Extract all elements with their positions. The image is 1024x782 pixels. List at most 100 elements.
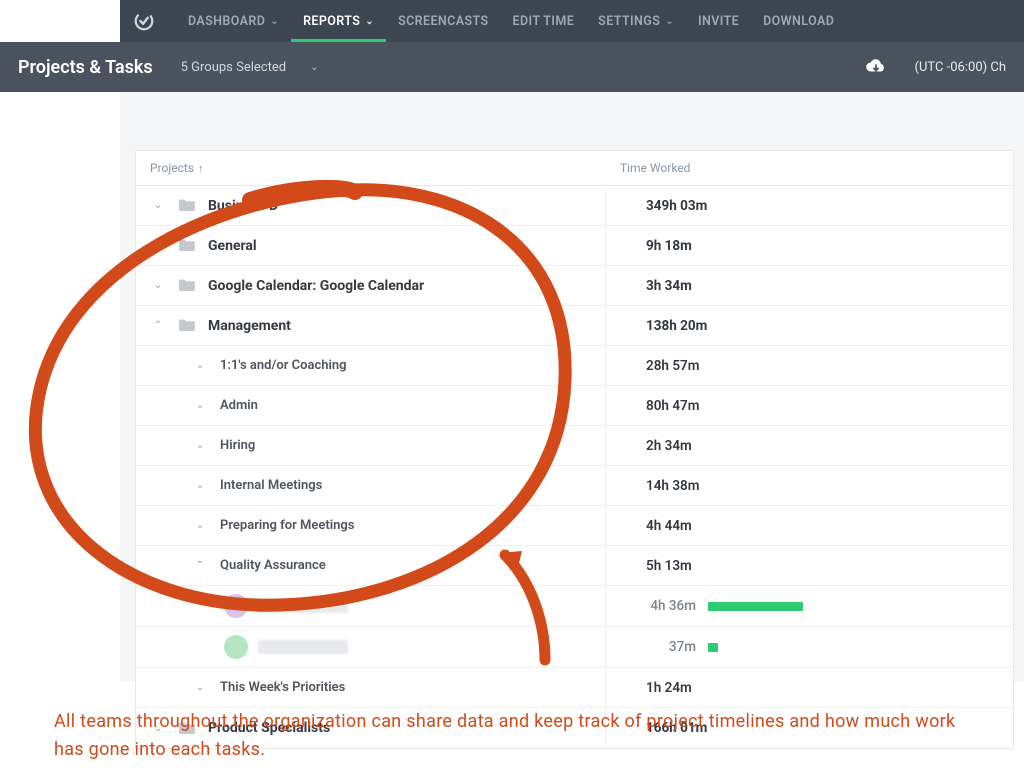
nav-screencasts[interactable]: SCREENCASTS — [386, 0, 500, 42]
project-row[interactable]: ⌄ General 9h 18m — [136, 226, 1013, 266]
task-cell: ⌄ Preparing for Meetings — [136, 506, 606, 545]
task-cell: ⌄ Hiring — [136, 426, 606, 465]
cloud-download-icon[interactable] — [865, 59, 887, 75]
project-cell: ⌃ Management — [136, 306, 606, 345]
checkmark-clock-icon — [133, 10, 155, 32]
group-selector[interactable]: 5 Groups Selected ⌄ — [181, 60, 319, 75]
project-row[interactable]: ⌄ Business D 349h 03m — [136, 186, 1013, 226]
nav-reports[interactable]: REPORTS ⌄ — [291, 0, 386, 42]
task-name: Quality Assurance — [220, 558, 326, 573]
task-name: Admin — [220, 398, 258, 413]
project-row[interactable]: ⌄ Google Calendar: Google Calendar 3h 34… — [136, 266, 1013, 306]
nav-label: SETTINGS — [598, 14, 660, 29]
column-projects[interactable]: Projects ↑ — [136, 151, 606, 185]
time-bar — [708, 643, 718, 652]
chevron-down-icon[interactable]: ⌄ — [192, 520, 208, 531]
chevron-down-icon[interactable]: ⌄ — [192, 360, 208, 371]
app-logo[interactable] — [130, 7, 158, 35]
task-row[interactable]: ⌄ Hiring 2h 34m — [136, 426, 1013, 466]
avatar — [224, 635, 248, 659]
task-name: Preparing for Meetings — [220, 518, 354, 533]
project-name: General — [208, 238, 257, 254]
task-cell: ⌄ Admin — [136, 386, 606, 425]
task-row[interactable]: ⌄ Admin 80h 47m — [136, 386, 1013, 426]
user-row[interactable]: DP 4h 36m — [136, 586, 1013, 627]
folder-icon — [178, 316, 196, 335]
chevron-down-icon[interactable]: ⌄ — [192, 480, 208, 491]
column-label: Projects — [150, 161, 194, 175]
project-time: 9h 18m — [606, 226, 1013, 265]
chevron-down-icon[interactable]: ⌄ — [192, 400, 208, 411]
nav-label: REPORTS — [303, 14, 360, 29]
nav-dashboard[interactable]: DASHBOARD ⌄ — [176, 0, 291, 42]
user-time: 37m — [646, 639, 696, 655]
folder-icon — [178, 236, 196, 255]
project-time: 138h 20m — [606, 306, 1013, 345]
chevron-down-icon: ⌄ — [665, 16, 674, 27]
task-name: This Week's Priorities — [220, 680, 345, 695]
timezone-display[interactable]: (UTC -06:00) Ch — [915, 60, 1006, 75]
group-selector-text: 5 Groups Selected — [181, 60, 286, 75]
chevron-down-icon[interactable]: ⌄ — [192, 682, 208, 693]
task-cell: ⌃ Quality Assurance — [136, 546, 606, 585]
chevron-down-icon[interactable]: ⌄ — [192, 440, 208, 451]
nav-label: DOWNLOAD — [763, 14, 834, 29]
column-label: Time Worked — [620, 161, 690, 175]
task-time: 28h 57m — [606, 346, 1013, 385]
task-row[interactable]: ⌄ Preparing for Meetings 4h 44m — [136, 506, 1013, 546]
chevron-up-icon[interactable]: ⌃ — [150, 320, 166, 331]
page-title: Projects & Tasks — [18, 57, 153, 78]
projects-table: Projects ↑ Time Worked ⌄ Business D 349h… — [135, 150, 1014, 749]
task-name: Internal Meetings — [220, 478, 322, 493]
project-time: 349h 03m — [606, 186, 1013, 225]
nav-edit-time[interactable]: EDIT TIME — [501, 0, 587, 42]
project-name: Management — [208, 318, 291, 334]
sub-toolbar: Projects & Tasks 5 Groups Selected ⌄ (UT… — [0, 42, 1024, 92]
nav-download[interactable]: DOWNLOAD — [751, 0, 846, 42]
task-time: 80h 47m — [606, 386, 1013, 425]
project-time: 3h 34m — [606, 266, 1013, 305]
nav-settings[interactable]: SETTINGS ⌄ — [586, 0, 686, 42]
user-cell: DP — [136, 586, 606, 626]
sort-asc-icon: ↑ — [198, 162, 204, 175]
nav-label: SCREENCASTS — [398, 14, 488, 29]
task-row[interactable]: ⌄ Internal Meetings 14h 38m — [136, 466, 1013, 506]
chevron-up-icon[interactable]: ⌃ — [192, 560, 208, 571]
task-row[interactable]: ⌄ This Week's Priorities 1h 24m — [136, 668, 1013, 708]
user-name-blurred — [258, 599, 348, 613]
caption-text: All teams throughout the organization ca… — [54, 708, 984, 764]
chevron-down-icon: ⌄ — [310, 62, 318, 73]
user-name-blurred — [258, 640, 348, 654]
nav-label: INVITE — [698, 14, 739, 29]
folder-icon — [178, 196, 196, 215]
task-cell: ⌄ 1:1's and/or Coaching — [136, 346, 606, 385]
task-time: 5h 13m — [606, 546, 1013, 585]
project-cell: ⌄ Google Calendar: Google Calendar — [136, 266, 606, 305]
task-name: 1:1's and/or Coaching — [220, 358, 347, 373]
task-row-quality-assurance[interactable]: ⌃ Quality Assurance 5h 13m — [136, 546, 1013, 586]
chevron-down-icon: ⌄ — [270, 16, 279, 27]
task-time: 4h 44m — [606, 506, 1013, 545]
folder-icon — [178, 276, 196, 295]
task-row[interactable]: ⌄ 1:1's and/or Coaching 28h 57m — [136, 346, 1013, 386]
task-time: 1h 24m — [606, 668, 1013, 707]
chevron-down-icon[interactable]: ⌄ — [150, 280, 166, 291]
task-cell: ⌄ Internal Meetings — [136, 466, 606, 505]
table-header: Projects ↑ Time Worked — [136, 151, 1013, 186]
project-name: Business D — [208, 198, 278, 214]
chevron-down-icon: ⌄ — [365, 16, 374, 27]
nav-invite[interactable]: INVITE — [686, 0, 751, 42]
nav-label: EDIT TIME — [513, 14, 575, 29]
project-name: Google Calendar: Google Calendar — [208, 278, 424, 294]
project-cell: ⌄ Business D — [136, 186, 606, 225]
task-cell: ⌄ This Week's Priorities — [136, 668, 606, 707]
column-time-worked[interactable]: Time Worked — [606, 151, 1013, 185]
task-name: Hiring — [220, 438, 255, 453]
task-time: 2h 34m — [606, 426, 1013, 465]
time-bar — [708, 602, 803, 611]
user-time-cell: 4h 36m — [606, 586, 1013, 626]
project-row-management[interactable]: ⌃ Management 138h 20m — [136, 306, 1013, 346]
user-row[interactable]: 37m — [136, 627, 1013, 668]
chevron-down-icon[interactable]: ⌄ — [150, 200, 166, 211]
workspace: Projects ↑ Time Worked ⌄ Business D 349h… — [120, 92, 1024, 682]
